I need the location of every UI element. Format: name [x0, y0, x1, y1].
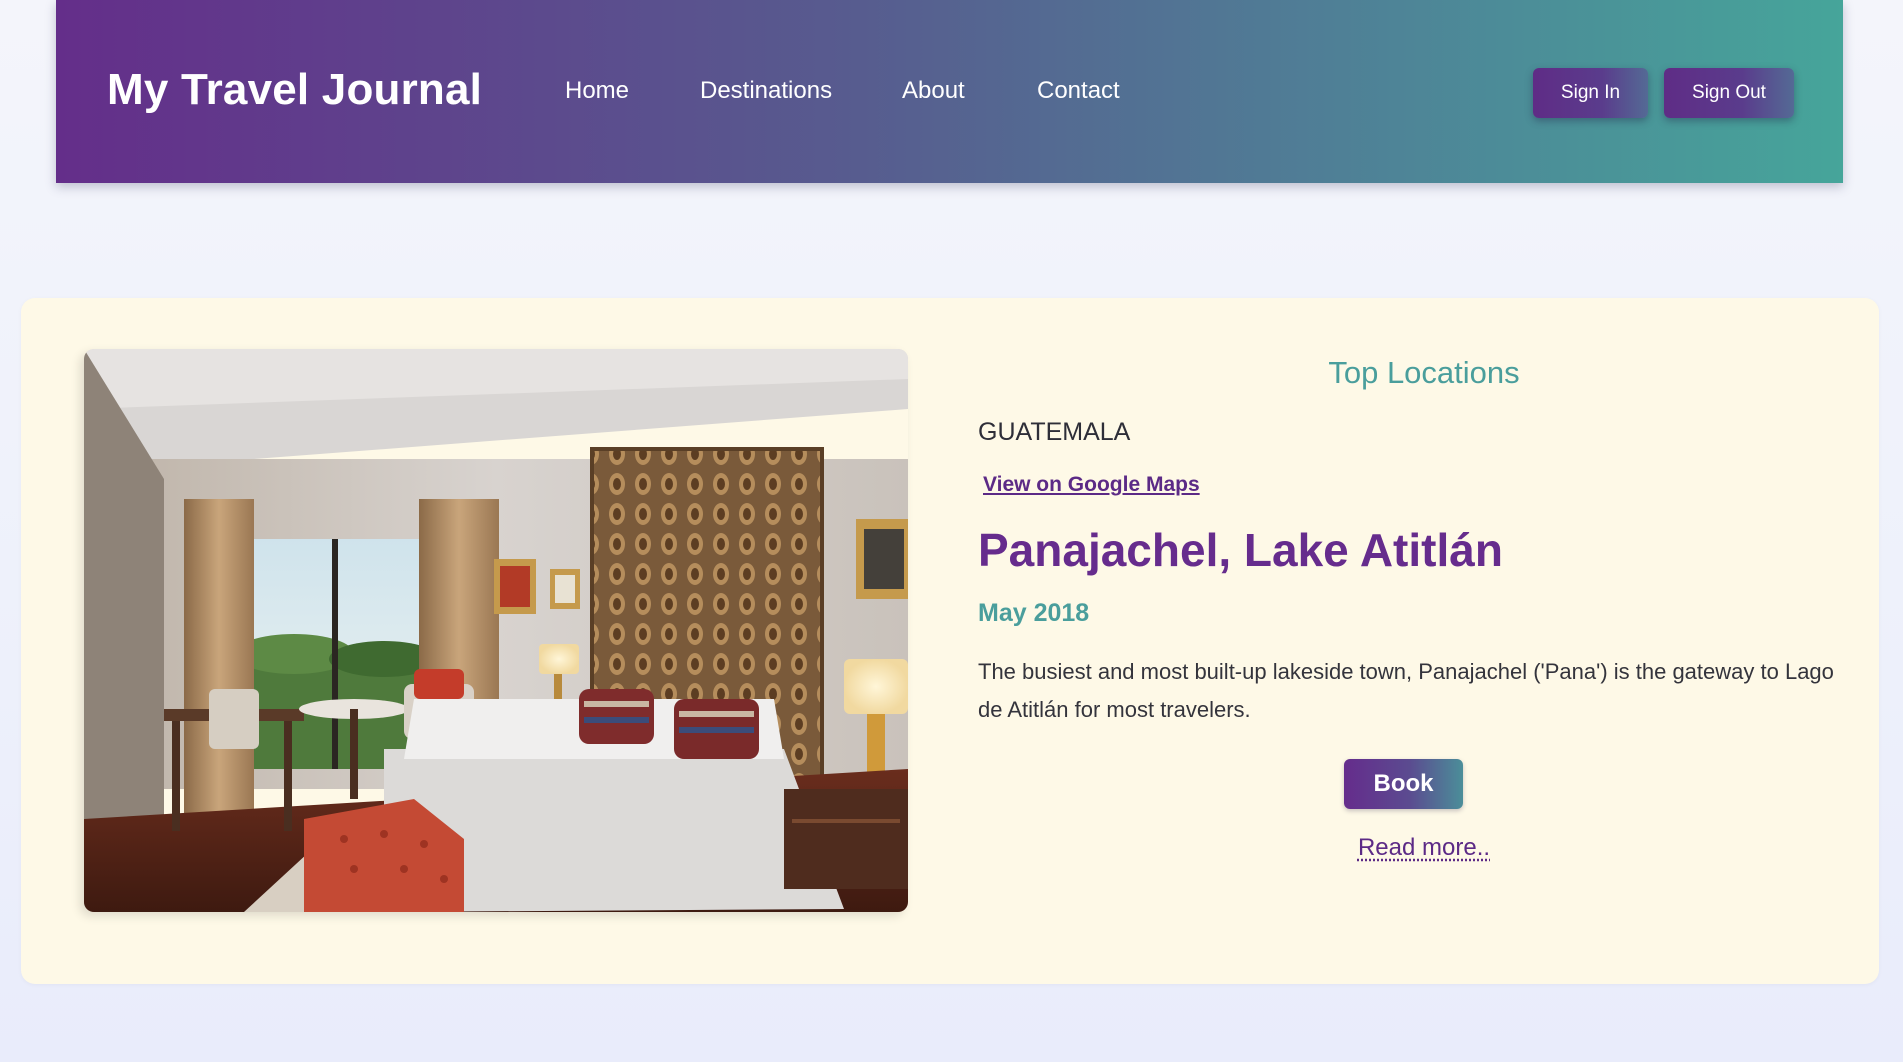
nav-link-about[interactable]: About: [902, 76, 965, 106]
hotel-room-illustration: [84, 349, 908, 912]
location-photo: [84, 349, 908, 912]
location-card: Top Locations GUATEMALA View on Google M…: [21, 298, 1879, 984]
nav-link-home[interactable]: Home: [565, 76, 629, 106]
book-button[interactable]: Book: [1344, 759, 1463, 809]
sign-out-button[interactable]: Sign Out: [1664, 68, 1794, 118]
location-description: The busiest and most built-up lakeside t…: [978, 659, 1834, 722]
country-label: GUATEMALA: [978, 418, 1131, 446]
site-header: My Travel Journal Home Destinations Abou…: [56, 0, 1843, 183]
section-title: Top Locations: [1328, 355, 1520, 390]
read-more-link[interactable]: Read more..: [1221, 833, 1627, 863]
nav-link-contact[interactable]: Contact: [1037, 76, 1120, 106]
nav-link-destinations[interactable]: Destinations: [700, 76, 832, 106]
location-title: Panajachel, Lake Atitlán: [978, 524, 1503, 576]
site-brand[interactable]: My Travel Journal: [107, 62, 482, 118]
trip-date: May 2018: [978, 599, 1090, 627]
google-maps-link[interactable]: View on Google Maps: [983, 472, 1200, 498]
sign-in-button[interactable]: Sign In: [1533, 68, 1648, 118]
